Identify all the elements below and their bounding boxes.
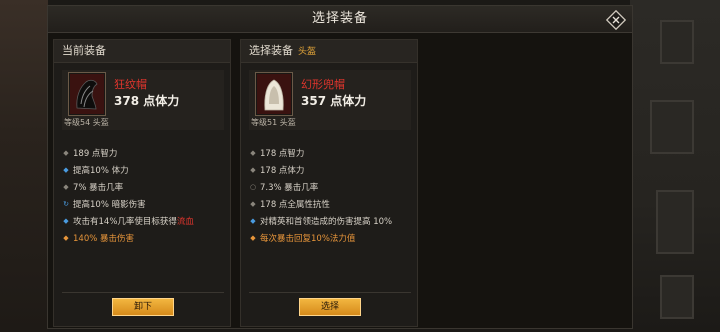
- select-item-main-stat: 357 点体力: [301, 94, 367, 108]
- stat-row: ○ 7.3% 暴击几率: [249, 183, 319, 193]
- slot-label: 头盔: [298, 47, 317, 57]
- dark-helmet-icon: [70, 74, 104, 114]
- stat-row: ◆ 7% 暴击几率: [63, 183, 124, 193]
- close-button[interactable]: [606, 10, 626, 30]
- current-item-icon-frame: [68, 72, 106, 116]
- current-panel-header: 当前装备: [54, 40, 230, 63]
- stat-row: ◆ 140% 暴击伤害: [63, 234, 135, 244]
- unequip-button[interactable]: 卸下: [112, 298, 174, 316]
- current-item-card: 狂纹帽 378 点体力 等级54 头盔: [62, 70, 224, 130]
- select-stats-list: ◆ 178 点智力 ◆ 178 点体力 ○ 7.3% 暴击几率 ◆ 178 点全属性抗性…: [249, 146, 417, 248]
- current-item-level: 等级54 头盔: [64, 118, 109, 127]
- diamond-bullet-icon: ◆: [63, 183, 69, 191]
- select-item-card: 幻形兜帽 357 点体力 等级51 头盔: [249, 70, 411, 130]
- close-icon: [606, 10, 626, 30]
- diamond-bullet-icon: ◆: [63, 217, 69, 225]
- current-item-name: 狂纹帽: [114, 78, 147, 91]
- diamond-bullet-icon: ◆: [250, 166, 256, 174]
- stat-row: ◆ 178 点全属性抗性: [250, 200, 330, 210]
- select-button[interactable]: 选择: [299, 298, 361, 316]
- stat-row: ◆ 189 点智力: [63, 149, 118, 159]
- panel-divider: [62, 292, 224, 293]
- window-title: 选择装备: [48, 6, 632, 33]
- select-equipment-panel: 选择装备 头盔 幻形兜帽 357 点体力 等级51 头盔 ◆ 178 点智力 ◆ 17…: [240, 39, 418, 327]
- diamond-bullet-icon: ◆: [63, 166, 69, 174]
- stat-row: ◆ 178 点智力: [250, 149, 305, 159]
- diamond-bullet-icon: ◆: [250, 217, 256, 225]
- diamond-bullet-icon: ◆: [250, 149, 256, 157]
- background-left: [0, 0, 48, 332]
- background-right: [630, 0, 720, 332]
- select-panel-title: 选择装备: [249, 44, 293, 57]
- stat-row: ◆ 178 点体力: [250, 166, 305, 176]
- select-item-name: 幻形兜帽: [301, 78, 345, 91]
- stat-row: ◆ 每次暴击回复10%法力值: [250, 234, 356, 244]
- equipment-window: 选择装备 当前装备 狂纹帽 378 点体力 等级54 头盔 ◆189 点智力: [47, 5, 633, 329]
- stat-row: ◆ 对精英和首领造成的伤害提高 10%: [250, 217, 393, 227]
- cycle-bullet-icon: ↻: [63, 200, 69, 208]
- current-equipment-panel: 当前装备 狂纹帽 378 点体力 等级54 头盔 ◆ 189 点智力 ◆ 提高10%…: [53, 39, 231, 327]
- stat-row: ◆ 提高10% 体力: [63, 166, 129, 176]
- diamond-bullet-icon: ◆: [250, 200, 256, 208]
- select-item-icon-frame: [255, 72, 293, 116]
- bleed-keyword: 流血: [176, 217, 194, 227]
- diamond-bullet-icon: ◆: [63, 234, 69, 242]
- current-item-main-stat: 378 点体力: [114, 94, 180, 108]
- stat-row: ◆ 攻击有14%几率使目标获得 流血: [63, 217, 194, 227]
- current-panel-title: 当前装备: [62, 44, 106, 57]
- ring-bullet-icon: ○: [249, 183, 257, 191]
- panel-divider: [249, 292, 411, 293]
- diamond-bullet-icon: ◆: [63, 149, 69, 157]
- diamond-bullet-icon: ◆: [250, 234, 256, 242]
- select-panel-header: 选择装备 头盔: [241, 40, 417, 63]
- hood-icon: [257, 74, 291, 114]
- stat-row: ↻ 提高10% 暗影伤害: [63, 200, 146, 210]
- select-item-level: 等级51 头盔: [251, 118, 296, 127]
- current-stats-list: ◆ 189 点智力 ◆ 提高10% 体力 ◆ 7% 暴击几率 ↻ 提高10% 暗影伤害 …: [62, 146, 230, 248]
